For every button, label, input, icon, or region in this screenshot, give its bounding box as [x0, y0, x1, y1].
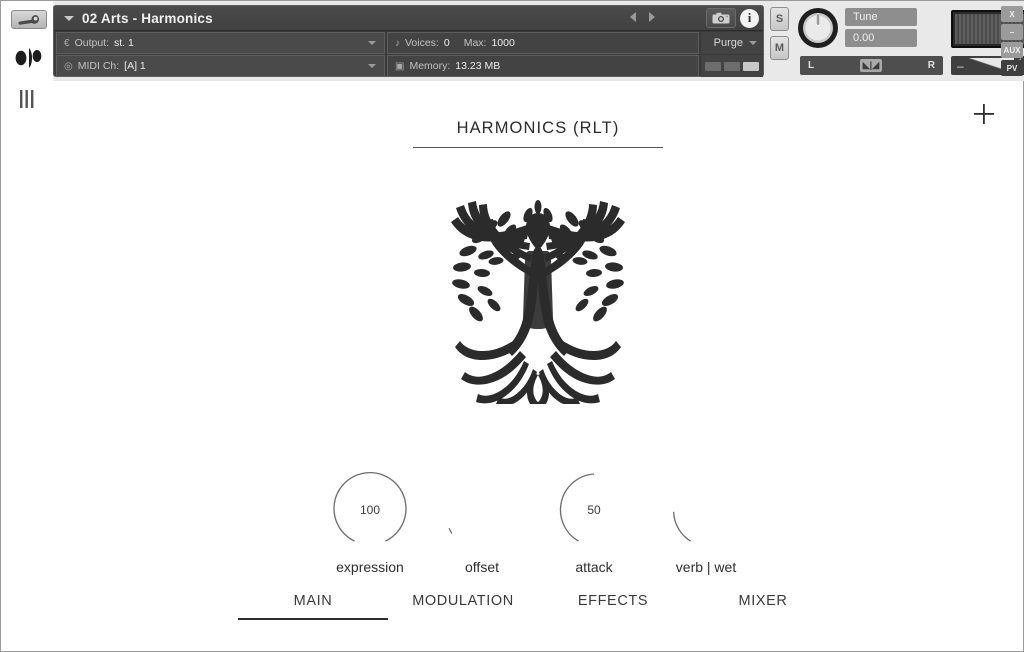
wrench-glyph [18, 15, 40, 25]
solo-mute-column: S M [770, 7, 789, 60]
knob-attack[interactable]: 50 attack [538, 471, 650, 575]
knob-label-offset: offset [465, 559, 499, 575]
close-button[interactable]: X [1001, 6, 1023, 22]
instrument-title-text: HARMONICS (RLT) [413, 119, 663, 148]
mute-button[interactable]: M [770, 36, 789, 60]
instrument-header-buttons: i [706, 8, 759, 28]
camera-icon[interactable] [706, 8, 736, 28]
output-label: Output: [74, 37, 110, 49]
chevron-down-icon[interactable] [368, 64, 376, 68]
tune-knob-icon[interactable] [796, 6, 840, 50]
voices-icon: ♪ [395, 37, 400, 49]
knob-expression[interactable]: 100 expression [314, 471, 426, 575]
tune-value[interactable]: 0.00 [845, 29, 917, 47]
output-icon: € [64, 37, 70, 49]
prev-arrow-icon[interactable] [630, 12, 636, 22]
voices-label: Voices: [405, 37, 439, 49]
knob-offset[interactable]: offset [426, 471, 538, 575]
knob-label-verb-wet: verb | wet [675, 559, 737, 575]
voices-value: 0 [443, 37, 450, 49]
tab-bar: MAIN MODULATION EFFECTS MIXER [53, 593, 1023, 620]
pan-right-label: R [927, 60, 935, 71]
tune-label: Tune [845, 8, 917, 26]
output-selector[interactable]: € Output: st. 1 [56, 32, 385, 54]
purge-button-2[interactable] [724, 61, 740, 71]
knob-verb-wet[interactable]: verb | wet [650, 471, 762, 575]
purge-button-1[interactable] [705, 61, 721, 71]
info-icon[interactable]: i [740, 8, 759, 28]
kontakt-logo-icon [15, 48, 42, 68]
midi-label: MIDI Ch: [77, 60, 120, 72]
tab-effects[interactable]: EFFECTS [538, 593, 688, 620]
tree-of-life-icon [451, 200, 625, 404]
solo-button[interactable]: S [770, 7, 789, 31]
knob-arc-offset[interactable] [443, 471, 521, 549]
knob-row: 100 expression offset 50 attack verb | w… [53, 471, 1023, 575]
knob-value-attack: 50 [587, 503, 601, 517]
instrument-header-panel: 02 Arts - Harmonics i € Output: st. 1 ♪ … [53, 5, 764, 77]
voices-display: ♪ Voices: 0 Max: 1000 [387, 32, 699, 54]
tab-mixer[interactable]: MIXER [688, 593, 838, 620]
knob-label-expression: expression [336, 559, 404, 575]
instrument-name: 02 Arts - Harmonics [82, 10, 213, 26]
memory-value: 13.23 MB [455, 60, 501, 72]
instrument-output-row: € Output: st. 1 ♪ Voices: 0 Max: 1000 Pu… [54, 32, 763, 54]
panel-buttons: X – AUX PV [1001, 6, 1023, 76]
memory-icon: ▣ [395, 60, 405, 72]
knob-arc-verb-wet[interactable] [667, 471, 745, 549]
next-arrow-icon[interactable] [649, 12, 655, 22]
page-title: HARMONICS (RLT) [53, 119, 1023, 148]
voices-max-value: 1000 [491, 37, 515, 49]
knob-value-expression: 100 [359, 503, 381, 517]
kontakt-window: 02 Arts - Harmonics i € Output: st. 1 ♪ … [0, 0, 1024, 652]
instrument-gui: HARMONICS (RLT) 100 expression offset 50… [53, 81, 1023, 651]
output-value: st. 1 [114, 37, 134, 49]
instrument-nav-arrows [630, 12, 655, 22]
chevron-down-icon[interactable] [749, 41, 757, 45]
voices-max-label: Max: [463, 37, 487, 49]
instrument-title-row[interactable]: 02 Arts - Harmonics i [54, 6, 763, 31]
purge-menu[interactable]: Purge [701, 32, 763, 54]
instrument-midi-row: ◎ MIDI Ch: [A] 1 ▣ Memory: 13.23 MB [54, 55, 763, 77]
midi-value: [A] 1 [124, 60, 146, 72]
purge-label: Purge [713, 37, 743, 49]
purge-mini-buttons [701, 55, 763, 77]
vertical-bars-icon[interactable] [16, 89, 38, 109]
aux-button[interactable]: AUX [1001, 42, 1023, 58]
left-sidebar [1, 1, 53, 108]
memory-label: Memory: [409, 60, 451, 72]
chevron-down-icon[interactable] [368, 41, 376, 45]
pan-left-label: L [808, 60, 815, 71]
kontakt-rack-header: 02 Arts - Harmonics i € Output: st. 1 ♪ … [1, 1, 1024, 108]
pan-center-icon[interactable]: ◣|◢ [859, 59, 882, 72]
purge-button-3[interactable] [743, 61, 759, 71]
midi-icon: ◎ [64, 60, 73, 72]
volume-minus-button[interactable]: – [957, 59, 964, 73]
wrench-icon[interactable] [11, 10, 47, 29]
camera-glyph [712, 12, 730, 24]
pan-slider[interactable]: L ◣|◢ R [800, 56, 943, 75]
knob-label-attack: attack [575, 559, 613, 575]
tab-main[interactable]: MAIN [238, 593, 388, 620]
midi-channel-selector[interactable]: ◎ MIDI Ch: [A] 1 [56, 55, 385, 77]
tune-fields: Tune 0.00 [845, 8, 917, 47]
memory-display: ▣ Memory: 13.23 MB [387, 55, 699, 77]
instrument-mixer-strip: S M Tune 0.00 L ◣|◢ R – X – AUX PV [764, 4, 1024, 80]
pv-button[interactable]: PV [1001, 60, 1023, 76]
tab-modulation[interactable]: MODULATION [388, 593, 538, 620]
chevron-down-icon[interactable] [64, 15, 74, 21]
minimize-button[interactable]: – [1001, 24, 1023, 40]
